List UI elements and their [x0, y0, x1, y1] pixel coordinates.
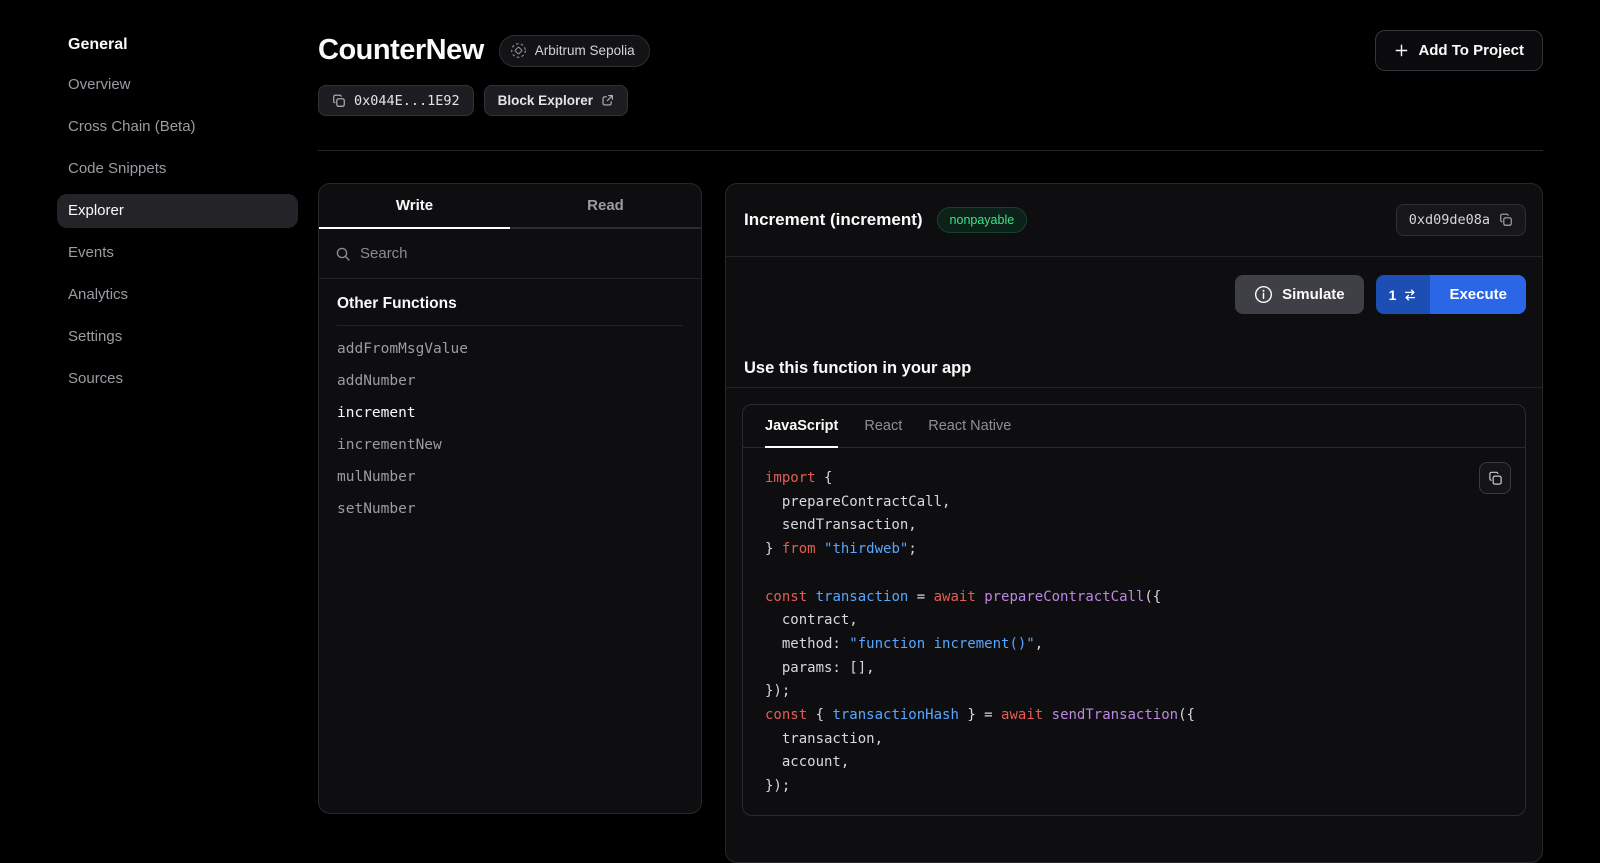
- function-list: addFromMsgValueaddNumberincrementincreme…: [337, 333, 683, 525]
- add-to-project-label: Add To Project: [1418, 42, 1524, 59]
- header-divider: [318, 150, 1543, 151]
- contract-header: CounterNew Arbitrum Sepolia Add To Proje…: [318, 30, 1543, 71]
- info-icon: [1254, 285, 1273, 304]
- sidebar-item-overview[interactable]: Overview: [57, 68, 298, 102]
- simulate-button[interactable]: Simulate: [1235, 275, 1364, 314]
- tab-write[interactable]: Write: [319, 184, 510, 227]
- code-line: });: [765, 775, 1503, 799]
- search-icon: [335, 246, 351, 262]
- tab-javascript[interactable]: JavaScript: [765, 405, 838, 447]
- add-to-project-button[interactable]: Add To Project: [1375, 30, 1543, 71]
- search-input[interactable]: [360, 245, 685, 262]
- tab-read[interactable]: Read: [510, 184, 701, 227]
- main-content: CounterNew Arbitrum Sepolia Add To Proje…: [318, 0, 1543, 819]
- sidebar-item-events[interactable]: Events: [57, 236, 298, 270]
- network-badge-label: Arbitrum Sepolia: [535, 43, 635, 58]
- execute-count-button[interactable]: 1: [1376, 275, 1431, 314]
- tab-react-native[interactable]: React Native: [928, 405, 1011, 447]
- code-line: method: "function increment()",: [765, 633, 1503, 657]
- function-item-mulnumber[interactable]: mulNumber: [337, 461, 683, 493]
- tab-react[interactable]: React: [864, 405, 902, 447]
- usage-divider: [726, 387, 1542, 388]
- sidebar-item-analytics[interactable]: Analytics: [57, 278, 298, 312]
- copy-icon: [332, 94, 346, 108]
- function-group-divider: [337, 325, 683, 326]
- contract-address-button[interactable]: 0x044E...1E92: [318, 85, 474, 116]
- code-line: const transaction = await prepareContrac…: [765, 586, 1503, 610]
- sidebar-item-settings[interactable]: Settings: [57, 320, 298, 354]
- sidebar-item-explorer[interactable]: Explorer: [57, 194, 298, 228]
- code-snippet-container: JavaScript React React Native import { p…: [742, 404, 1526, 816]
- network-icon: [510, 42, 527, 59]
- simulate-label: Simulate: [1282, 286, 1345, 303]
- contract-address-label: 0x044E...1E92: [354, 93, 460, 109]
- block-explorer-label: Block Explorer: [498, 93, 593, 108]
- function-item-incrementnew[interactable]: incrementNew: [337, 429, 683, 461]
- copy-icon: [1499, 213, 1513, 227]
- selector-button[interactable]: 0xd09de08a: [1396, 204, 1526, 236]
- execute-label: Execute: [1449, 286, 1507, 303]
- sidebar-item-code-snippets[interactable]: Code Snippets: [57, 152, 298, 186]
- contract-meta-row: 0x044E...1E92 Block Explorer: [318, 85, 1543, 116]
- usage-title: Use this function in your app: [744, 359, 1524, 378]
- function-search: [319, 229, 701, 279]
- code-line: account,: [765, 751, 1503, 775]
- code-line: const { transactionHash } = await sendTr…: [765, 704, 1503, 728]
- function-detail-header: Increment (increment) nonpayable 0xd09de…: [726, 184, 1542, 257]
- code-line: sendTransaction,: [765, 514, 1503, 538]
- copy-code-button[interactable]: [1479, 462, 1511, 494]
- code-line: prepareContractCall,: [765, 491, 1503, 515]
- code-line: import {: [765, 467, 1503, 491]
- function-list-section: Other Functions addFromMsgValueaddNumber…: [319, 279, 701, 541]
- execute-count: 1: [1389, 287, 1397, 303]
- function-title: Increment (increment): [744, 210, 923, 230]
- write-read-tabs: Write Read: [319, 184, 701, 229]
- code-line: [765, 562, 1503, 586]
- code-line: contract,: [765, 609, 1503, 633]
- sidebar: General Overview Cross Chain (Beta) Code S…: [57, 36, 298, 404]
- selector-label: 0xd09de08a: [1409, 212, 1490, 228]
- function-group-title: Other Functions: [337, 295, 683, 313]
- explorer-content: Write Read Other Functions addFromMsgVal…: [318, 183, 1543, 863]
- sidebar-item-sources[interactable]: Sources: [57, 362, 298, 396]
- functions-panel: Write Read Other Functions addFromMsgVal…: [318, 183, 702, 814]
- sidebar-section-title: General: [57, 36, 298, 54]
- swap-arrows-icon: [1403, 288, 1417, 302]
- code-line: transaction,: [765, 728, 1503, 752]
- mutability-badge: nonpayable: [937, 207, 1028, 233]
- function-item-setnumber[interactable]: setNumber: [337, 493, 683, 525]
- function-detail-panel: Increment (increment) nonpayable 0xd09de…: [725, 183, 1543, 863]
- code-block: import { prepareContractCall, sendTransa…: [743, 448, 1525, 816]
- external-link-icon: [601, 94, 614, 107]
- code-lines: import { prepareContractCall, sendTransa…: [765, 467, 1503, 799]
- network-badge[interactable]: Arbitrum Sepolia: [499, 35, 650, 67]
- sidebar-nav: Overview Cross Chain (Beta) Code Snippets E…: [57, 68, 298, 396]
- code-language-tabs: JavaScript React React Native: [743, 405, 1525, 448]
- function-item-addfrommsgvalue[interactable]: addFromMsgValue: [337, 333, 683, 365]
- function-item-increment[interactable]: increment: [337, 397, 683, 429]
- plus-icon: [1394, 43, 1409, 58]
- code-line: } from "thirdweb";: [765, 538, 1503, 562]
- sidebar-item-cross-chain-beta[interactable]: Cross Chain (Beta): [57, 110, 298, 144]
- code-line: });: [765, 680, 1503, 704]
- page-title: CounterNew: [318, 34, 484, 67]
- function-item-addnumber[interactable]: addNumber: [337, 365, 683, 397]
- function-actions: Simulate 1 Execute: [726, 257, 1542, 314]
- code-line: params: [],: [765, 657, 1503, 681]
- block-explorer-button[interactable]: Block Explorer: [484, 85, 628, 116]
- execute-button[interactable]: Execute: [1430, 275, 1526, 314]
- execute-split-button: 1 Execute: [1376, 275, 1526, 314]
